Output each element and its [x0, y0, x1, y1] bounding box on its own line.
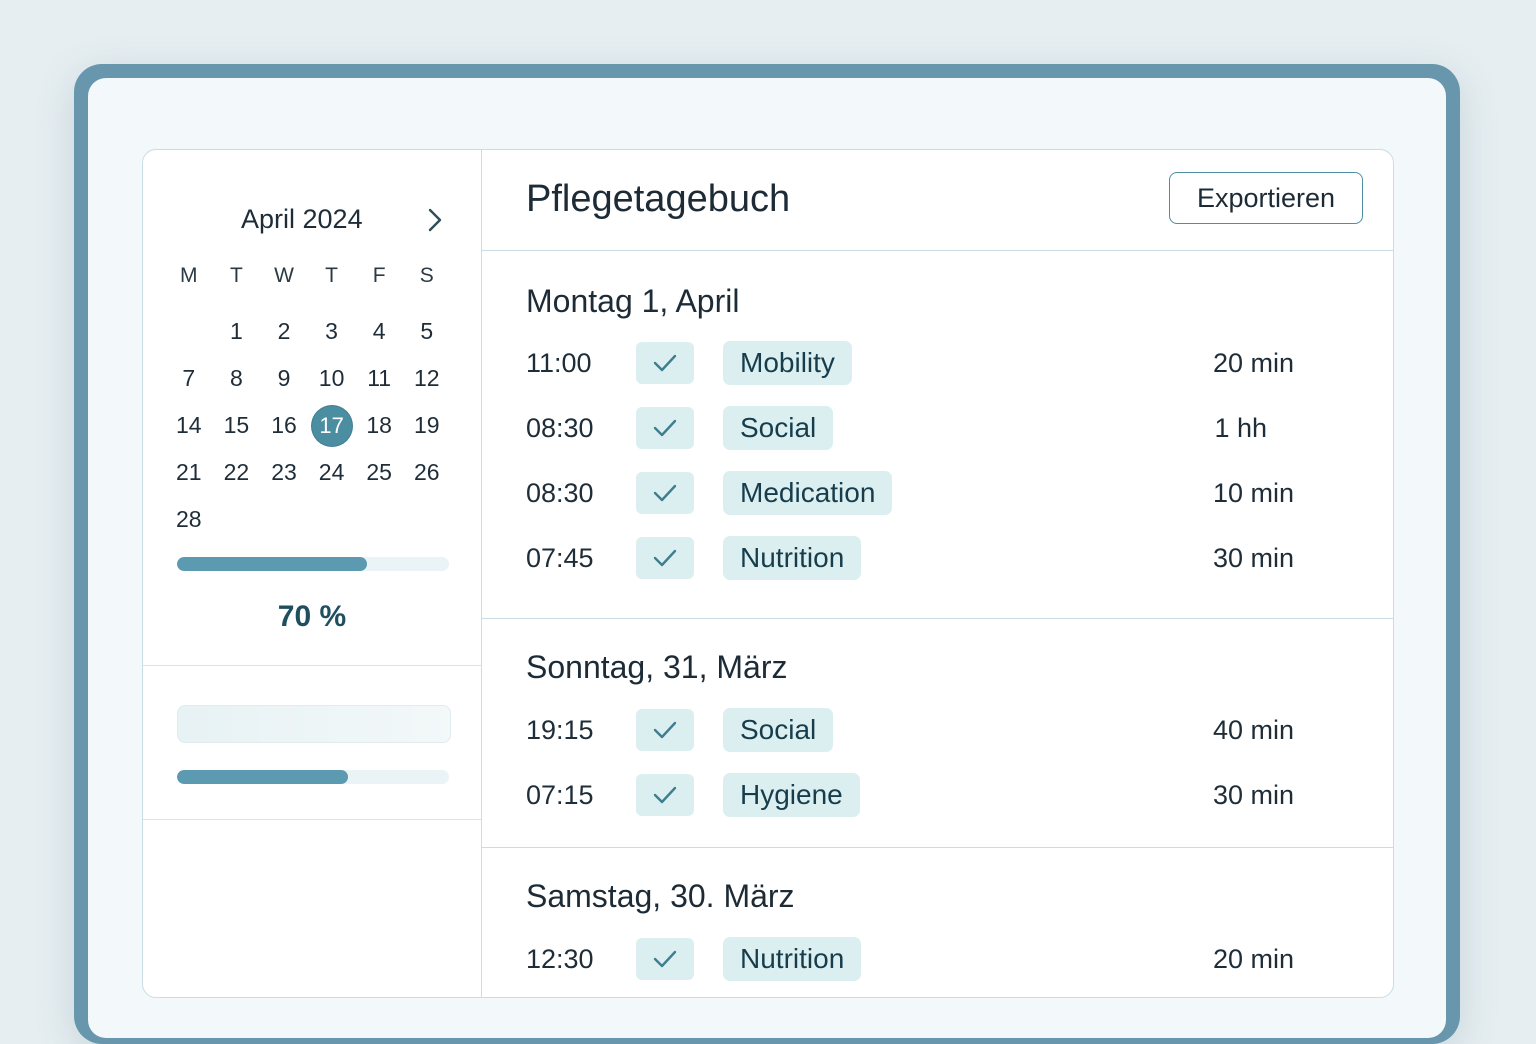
day-title: Sonntag, 31, März — [526, 649, 788, 685]
calendar-day[interactable]: 19 — [403, 412, 451, 439]
entry-duration: 20 min — [1212, 944, 1294, 974]
day-section: Sonntag, 31, März 19:15 Social 40 min 07… — [482, 619, 1393, 848]
calendar-month-label: April 2024 — [241, 204, 363, 234]
secondary-progress-bar — [177, 770, 449, 784]
progress-percentage: 70 % — [277, 600, 347, 633]
category-tag: Social — [723, 708, 834, 752]
calendar-day[interactable]: 8 — [213, 365, 261, 392]
calendar-day-selected[interactable]: 17 — [308, 405, 356, 446]
log-entry[interactable]: 11:00 Mobility 20 min — [482, 341, 1393, 386]
calendar-day[interactable]: 1 — [213, 318, 261, 345]
entry-time: 08:30 — [526, 478, 594, 508]
weekday-label: W — [274, 264, 294, 287]
calendar-day[interactable]: 3 — [308, 318, 356, 345]
check-icon[interactable] — [636, 472, 694, 514]
entry-time: 07:15 — [526, 780, 594, 810]
calendar-day[interactable]: 18 — [355, 412, 403, 439]
calendar-week: 7 8 9 10 11 12 — [165, 355, 451, 402]
weekday-label: M — [180, 264, 198, 287]
log-entry[interactable]: 19:15 Social 40 min — [482, 708, 1393, 753]
category-tag: Social — [723, 406, 834, 450]
log-entry[interactable]: 07:45 Nutrition 30 min — [482, 536, 1393, 581]
day-section: Montag 1, April 11:00 Mobility 20 min 08… — [482, 251, 1393, 619]
day-section: Samstag, 30. März 12:30 Nutrition 20 min — [482, 848, 1393, 997]
check-icon[interactable] — [636, 938, 694, 980]
calendar-day[interactable]: 23 — [260, 459, 308, 486]
entry-time: 08:30 — [526, 413, 594, 443]
screen: April 2024 M T W T F S 1 2 3 4 5 7 8 9 1… — [88, 78, 1446, 1038]
category-tag: Mobility — [723, 341, 852, 385]
calendar-day[interactable]: 2 — [260, 318, 308, 345]
category-tag: Nutrition — [723, 536, 862, 580]
calendar-day[interactable]: 14 — [165, 412, 213, 439]
calendar-day[interactable]: 7 — [165, 365, 213, 392]
calendar-day[interactable]: 12 — [403, 365, 451, 392]
entry-duration: 30 min — [1212, 780, 1294, 810]
calendar-day[interactable]: 21 — [165, 459, 213, 486]
weekday-label: F — [372, 264, 386, 287]
calendar-day[interactable]: 15 — [213, 412, 261, 439]
entry-duration: 40 min — [1212, 715, 1294, 745]
entry-duration: 1 hh — [1214, 413, 1267, 443]
check-icon[interactable] — [636, 342, 694, 384]
check-icon[interactable] — [636, 709, 694, 751]
calendar-day[interactable]: 22 — [213, 459, 261, 486]
calendar-day[interactable]: 11 — [355, 365, 403, 392]
calendar-week: 21 22 23 24 25 26 — [165, 449, 451, 496]
entry-time: 07:45 — [526, 543, 594, 573]
main-header: Pflegetagebuch Exportieren — [482, 150, 1393, 251]
check-icon[interactable] — [636, 407, 694, 449]
category-tag: Nutrition — [723, 937, 862, 981]
log-entry[interactable]: 12:30 Nutrition 20 min — [482, 937, 1393, 982]
calendar-day[interactable]: 16 — [260, 412, 308, 439]
calendar-week: 1 2 3 4 5 — [165, 308, 451, 355]
log-entry[interactable]: 07:15 Hygiene 30 min — [482, 773, 1393, 818]
calendar-day[interactable]: 9 — [260, 365, 308, 392]
progress-bar-fill — [177, 557, 368, 571]
calendar-day[interactable]: 24 — [308, 459, 356, 486]
entry-duration: 20 min — [1212, 348, 1294, 378]
calendar-header: April 2024 — [143, 202, 481, 238]
sidebar-divider — [143, 819, 481, 820]
sidebar-divider — [143, 665, 481, 666]
app-window: April 2024 M T W T F S 1 2 3 4 5 7 8 9 1… — [142, 149, 1394, 998]
entry-duration: 10 min — [1212, 478, 1294, 508]
sidebar: April 2024 M T W T F S 1 2 3 4 5 7 8 9 1… — [143, 150, 482, 997]
entry-time: 12:30 — [526, 944, 594, 974]
secondary-progress-fill — [177, 770, 349, 784]
calendar-week: 28 — [165, 496, 451, 543]
weekday-label: T — [229, 264, 243, 287]
placeholder-bar — [177, 705, 451, 743]
entry-time: 11:00 — [526, 348, 592, 378]
log-entry[interactable]: 08:30 Social 1 hh — [482, 406, 1393, 451]
calendar-day[interactable]: 28 — [165, 506, 213, 533]
day-title: Samstag, 30. März — [526, 878, 795, 914]
chevron-right-icon[interactable] — [423, 206, 447, 234]
calendar-day[interactable]: 10 — [308, 365, 356, 392]
calendar-day[interactable]: 5 — [403, 318, 451, 345]
weekday-label: T — [325, 264, 338, 287]
device-frame: April 2024 M T W T F S 1 2 3 4 5 7 8 9 1… — [74, 64, 1460, 1044]
entry-duration: 30 min — [1212, 543, 1294, 573]
calendar-weekday-row: M T W T F S — [165, 262, 451, 290]
category-tag: Hygiene — [723, 773, 860, 817]
weekday-label: S — [419, 264, 434, 287]
calendar-day[interactable]: 26 — [403, 459, 451, 486]
export-button[interactable]: Exportieren — [1169, 172, 1363, 224]
check-icon[interactable] — [636, 537, 694, 579]
calendar-week: 14 15 16 17 18 19 — [165, 402, 451, 449]
calendar-day[interactable]: 4 — [355, 318, 403, 345]
log-entry[interactable]: 08:30 Medication 10 min — [482, 471, 1393, 516]
main-panel: Pflegetagebuch Exportieren Montag 1, Apr… — [482, 150, 1393, 997]
category-tag: Medication — [723, 471, 893, 515]
check-icon[interactable] — [636, 774, 694, 816]
progress-bar — [177, 557, 449, 571]
calendar-grid: M T W T F S 1 2 3 4 5 7 8 9 10 11 12 14 … — [165, 262, 451, 543]
selected-day-label: 17 — [311, 405, 352, 446]
entry-time: 19:15 — [526, 715, 594, 745]
day-title: Montag 1, April — [526, 283, 740, 319]
calendar-day[interactable]: 25 — [355, 459, 403, 486]
page-title: Pflegetagebuch — [526, 178, 791, 220]
